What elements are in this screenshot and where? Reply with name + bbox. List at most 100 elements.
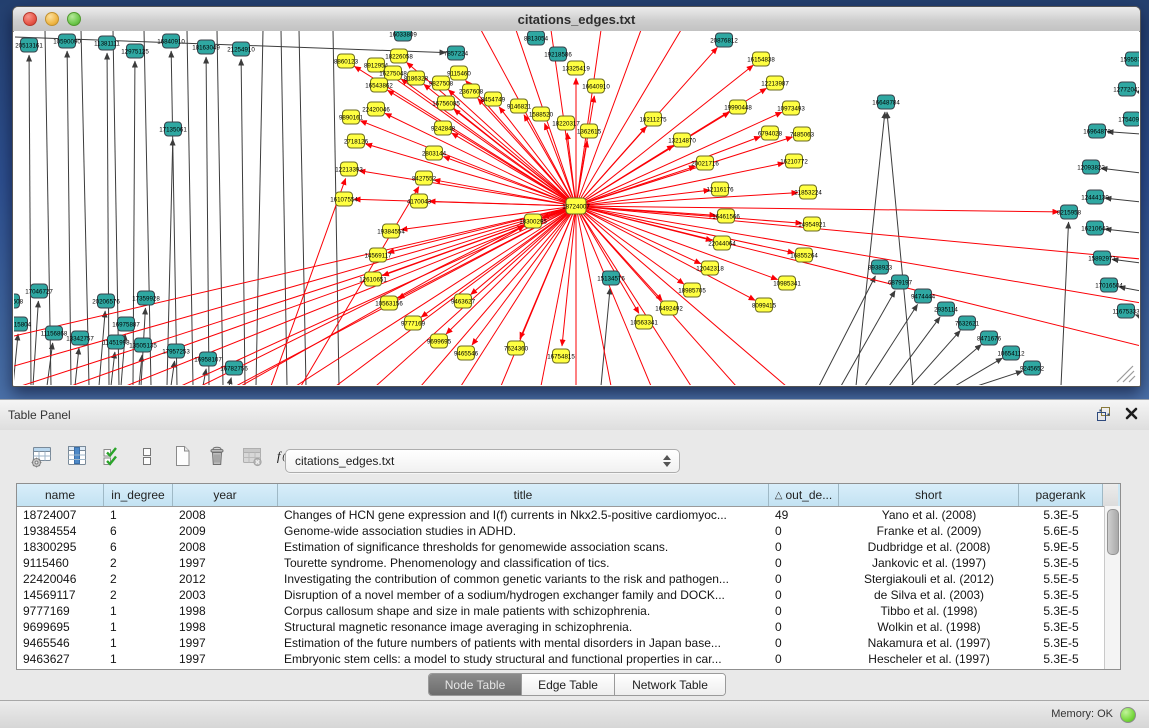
table-selector-dropdown[interactable]: citations_edges.txt	[285, 449, 680, 473]
cell-out_degree[interactable]: 0	[769, 604, 839, 618]
show-columns-icon[interactable]	[65, 444, 89, 468]
graph-node[interactable]: 9146821	[507, 99, 532, 113]
graph-node[interactable]: 8615804	[14, 317, 32, 331]
graph-edge[interactable]	[977, 371, 1022, 385]
graph-node[interactable]: 2718126	[344, 134, 369, 148]
cell-title[interactable]: Investigating the contribution of common…	[278, 572, 769, 586]
graph-node[interactable]: 16975887	[112, 317, 140, 331]
graph-edge[interactable]	[113, 31, 119, 385]
table-row[interactable]: 969969511998Structural magnetic resonanc…	[17, 619, 1120, 635]
cell-name[interactable]: 9699695	[17, 620, 104, 634]
graph-node[interactable]: 17957253	[162, 344, 190, 358]
cell-name[interactable]: 14569117	[17, 588, 104, 602]
cell-pagerank[interactable]: 5.3E-5	[1019, 508, 1103, 522]
cell-out_degree[interactable]: 0	[769, 540, 839, 554]
cell-year[interactable]: 1997	[173, 556, 278, 570]
column-header-name[interactable]: name	[17, 484, 104, 506]
graph-node[interactable]: 9474444	[911, 289, 936, 303]
graph-node[interactable]: 9890161	[339, 110, 364, 124]
graph-edge[interactable]	[889, 317, 940, 385]
graph-node[interactable]: 8215958	[1057, 205, 1082, 219]
graph-node[interactable]: 11675333	[1112, 304, 1139, 318]
graph-node[interactable]: 17016504	[1095, 278, 1123, 292]
graph-edge[interactable]	[33, 301, 38, 385]
cell-out_degree[interactable]: 49	[769, 508, 839, 522]
graph-node[interactable]: 9827508	[429, 76, 454, 90]
cell-pagerank[interactable]: 5.9E-5	[1019, 540, 1103, 554]
graph-node[interactable]: 7485063	[790, 127, 815, 141]
graph-edge[interactable]	[360, 121, 576, 206]
table-settings-icon[interactable]	[30, 444, 54, 468]
cell-in_degree[interactable]: 6	[104, 524, 173, 538]
graph-edge[interactable]	[75, 348, 79, 385]
cell-title[interactable]: Embryonic stem cells: a model to study s…	[278, 652, 769, 666]
graph-node[interactable]: 16107554	[330, 192, 358, 206]
graph-edge[interactable]	[133, 61, 135, 385]
cell-pagerank[interactable]: 5.3E-5	[1019, 556, 1103, 570]
cell-out_degree[interactable]: 0	[769, 620, 839, 634]
table-vertical-scrollbar[interactable]	[1104, 506, 1120, 669]
tab-network-table[interactable]: Network Table	[615, 674, 725, 695]
graph-node[interactable]: 10654112	[997, 346, 1025, 360]
graph-edge[interactable]	[229, 378, 231, 385]
graph-edge[interactable]	[144, 31, 151, 385]
column-header-pagerank[interactable]: pagerank	[1019, 484, 1103, 506]
cell-name[interactable]: 19384554	[17, 524, 104, 538]
column-header-year[interactable]: year	[173, 484, 278, 506]
graph-edge[interactable]	[576, 112, 782, 206]
cell-name[interactable]: 9115460	[17, 556, 104, 570]
graph-node[interactable]: 16840910	[157, 34, 185, 48]
table-row[interactable]: 1830029562008Estimation of significance …	[17, 539, 1120, 555]
cell-out_degree[interactable]: 0	[769, 588, 839, 602]
graph-edge[interactable]	[601, 288, 610, 385]
cell-year[interactable]: 2008	[173, 508, 278, 522]
graph-node[interactable]: 18985705	[678, 283, 706, 297]
graph-edge[interactable]	[296, 206, 576, 385]
cell-pagerank[interactable]: 5.3E-5	[1019, 604, 1103, 618]
column-header-title[interactable]: title	[278, 484, 769, 506]
cell-year[interactable]: 2009	[173, 524, 278, 538]
graph-node[interactable]: 16964878	[1083, 124, 1111, 138]
cell-out_degree[interactable]: 0	[769, 652, 839, 666]
graph-node[interactable]: 16210643	[1081, 221, 1109, 235]
table-row[interactable]: 911546021997Tourette syndrome. Phenomeno…	[17, 555, 1120, 571]
cell-short[interactable]: Nakamura et al. (1997)	[839, 636, 1019, 650]
cell-year[interactable]: 1998	[173, 604, 278, 618]
cell-in_degree[interactable]: 1	[104, 604, 173, 618]
cell-pagerank[interactable]: 5.3E-5	[1019, 636, 1103, 650]
graph-node[interactable]: 9115460	[447, 66, 471, 80]
graph-node[interactable]: 13325419	[562, 61, 590, 75]
cell-short[interactable]: Yano et al. (2008)	[839, 508, 1019, 522]
cell-title[interactable]: Disruption of a novel member of a sodium…	[278, 588, 769, 602]
cell-in_degree[interactable]: 6	[104, 540, 173, 554]
cell-name[interactable]: 22420046	[17, 572, 104, 586]
graph-edge[interactable]	[856, 112, 885, 385]
delete-table-icon[interactable]	[240, 444, 264, 468]
graph-edge[interactable]	[446, 206, 576, 334]
cell-short[interactable]: de Silva et al. (2003)	[839, 588, 1019, 602]
cell-year[interactable]: 1998	[173, 620, 278, 634]
graph-node[interactable]: 17135061	[159, 122, 187, 136]
graph-edge[interactable]	[562, 206, 576, 346]
cell-name[interactable]: 9777169	[17, 604, 104, 618]
cell-name[interactable]: 9465546	[17, 636, 104, 650]
cell-in_degree[interactable]: 2	[104, 572, 173, 586]
graph-edge[interactable]	[385, 113, 576, 206]
cell-name[interactable]: 18300295	[17, 540, 104, 554]
cell-year[interactable]: 2003	[173, 588, 278, 602]
graph-node[interactable]: 12213987	[761, 76, 789, 90]
graph-edge[interactable]	[452, 133, 576, 206]
graph-node[interactable]: 9463627	[451, 294, 476, 308]
network-window-titlebar[interactable]: citations_edges.txt	[13, 7, 1140, 32]
graph-node[interactable]: 15958712	[1120, 52, 1139, 66]
graph-node[interactable]: 1588520	[529, 107, 554, 121]
graph-node[interactable]: 19384554	[377, 224, 405, 238]
table-row[interactable]: 946362711997Embryonic stem cells: a mode…	[17, 651, 1120, 667]
table-row[interactable]: 946554611997Estimation of the future num…	[17, 635, 1120, 651]
cell-title[interactable]: Structural magnetic resonance image aver…	[278, 620, 769, 634]
graph-edge[interactable]	[171, 51, 177, 385]
graph-edge[interactable]	[1105, 229, 1139, 233]
graph-node[interactable]: 12093822	[1077, 160, 1105, 174]
graph-node[interactable]: 9777169	[401, 316, 426, 330]
graph-node[interactable]: 16640910	[582, 79, 610, 93]
